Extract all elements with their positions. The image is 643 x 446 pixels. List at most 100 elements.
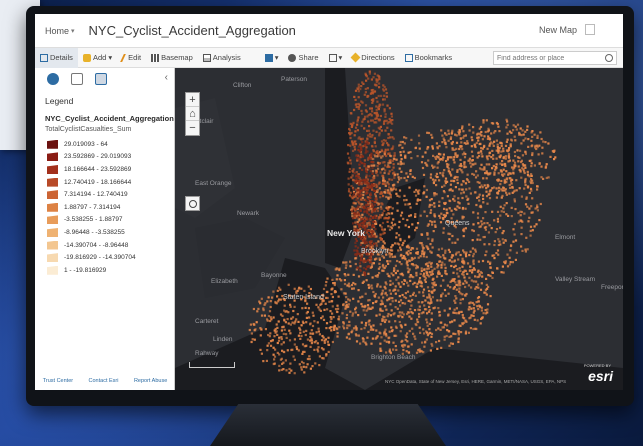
accident-point (395, 158, 398, 161)
accident-point (473, 173, 476, 176)
map-view[interactable]: Clifton Paterson Montclair East Orange Newar… (175, 68, 623, 390)
accident-point (484, 211, 487, 214)
accident-point (519, 219, 522, 222)
analysis-button[interactable]: Analysis (198, 48, 246, 68)
contact-esri-link[interactable]: Contact Esri (89, 378, 119, 384)
accident-point (308, 316, 311, 319)
accident-point (293, 343, 296, 346)
accident-point (397, 226, 401, 229)
accident-point (480, 163, 483, 166)
locate-button[interactable] (185, 196, 200, 211)
accident-point (359, 209, 362, 212)
collapse-icon[interactable]: ‹ (165, 72, 168, 83)
accident-point (351, 209, 354, 212)
accident-point (357, 105, 360, 109)
accident-point (329, 316, 332, 319)
accident-point (357, 96, 360, 99)
accident-point (385, 308, 388, 311)
edit-button[interactable]: Edit (117, 48, 146, 68)
accident-point (376, 209, 379, 213)
accident-point (547, 142, 550, 145)
accident-point (516, 156, 520, 159)
new-map-button[interactable]: New Map (539, 25, 577, 35)
accident-point (394, 306, 397, 309)
accident-point (438, 310, 441, 313)
accident-point (372, 262, 375, 265)
accident-point (461, 153, 464, 156)
accident-point (393, 171, 396, 174)
accident-point (381, 174, 384, 177)
accident-point (463, 134, 466, 138)
accident-point (352, 194, 355, 197)
home-extent-button[interactable]: ⌂ (186, 107, 199, 121)
zoom-in-button[interactable]: + (186, 93, 199, 107)
accident-point (353, 249, 356, 252)
basemap-button[interactable]: Basemap (146, 48, 198, 68)
accident-point (519, 210, 522, 213)
accident-point (376, 161, 380, 164)
accident-point (378, 187, 381, 190)
accident-point (372, 88, 375, 92)
accident-point (393, 176, 396, 180)
accident-point (385, 119, 388, 122)
content-icon[interactable] (71, 73, 83, 85)
accident-point (539, 131, 542, 134)
accident-point (478, 199, 481, 202)
accident-point (380, 129, 383, 132)
add-button[interactable]: Add ▾ (78, 48, 117, 68)
accident-point (364, 91, 367, 94)
share-button[interactable]: Share (283, 48, 323, 68)
accident-point (363, 165, 366, 168)
save-button[interactable]: ▾ (260, 48, 284, 68)
accident-point (373, 232, 376, 235)
accident-point (268, 310, 272, 313)
accident-point (384, 115, 387, 118)
info-icon[interactable] (47, 73, 59, 85)
accident-point (303, 345, 306, 348)
zoom-out-button[interactable]: − (186, 121, 199, 135)
accident-point (370, 107, 373, 110)
accident-point (368, 217, 371, 220)
accident-point (389, 154, 392, 157)
accident-point (446, 158, 449, 161)
directions-button[interactable]: Directions (347, 48, 399, 68)
accident-point (373, 137, 376, 140)
accident-point (447, 170, 450, 173)
accident-point (431, 164, 434, 167)
accident-point (415, 323, 418, 327)
accident-point (431, 223, 434, 226)
accident-point (520, 176, 523, 179)
flag-icon[interactable] (585, 24, 595, 35)
accident-point (278, 364, 281, 367)
accident-point (496, 143, 499, 146)
accident-point (455, 141, 459, 144)
accident-point (361, 155, 364, 158)
accident-point (451, 241, 454, 244)
accident-point (445, 208, 448, 211)
accident-point (370, 284, 373, 287)
accident-point (422, 248, 425, 251)
accident-point (276, 341, 279, 345)
details-button[interactable]: Details (35, 47, 78, 68)
trust-center-link[interactable]: Trust Center (43, 378, 73, 384)
accident-point (456, 176, 459, 179)
map-canvas[interactable] (175, 68, 623, 390)
accident-point (446, 165, 449, 168)
accident-point (425, 330, 428, 333)
legend-icon[interactable] (95, 73, 107, 85)
accident-point (539, 202, 542, 206)
accident-point (384, 287, 387, 290)
search-icon[interactable] (605, 54, 613, 62)
accident-point (371, 287, 374, 290)
accident-point (389, 225, 392, 228)
search-input[interactable] (493, 51, 617, 65)
accident-point (349, 112, 352, 115)
print-button[interactable]: ▾ (324, 48, 348, 68)
accident-point (418, 277, 422, 280)
report-abuse-link[interactable]: Report Abuse (134, 378, 167, 384)
bookmarks-button[interactable]: Bookmarks (400, 48, 458, 68)
accident-point (399, 248, 402, 251)
home-menu[interactable]: Home ▾ (45, 26, 75, 36)
accident-point (367, 142, 370, 145)
accident-point (438, 260, 442, 263)
